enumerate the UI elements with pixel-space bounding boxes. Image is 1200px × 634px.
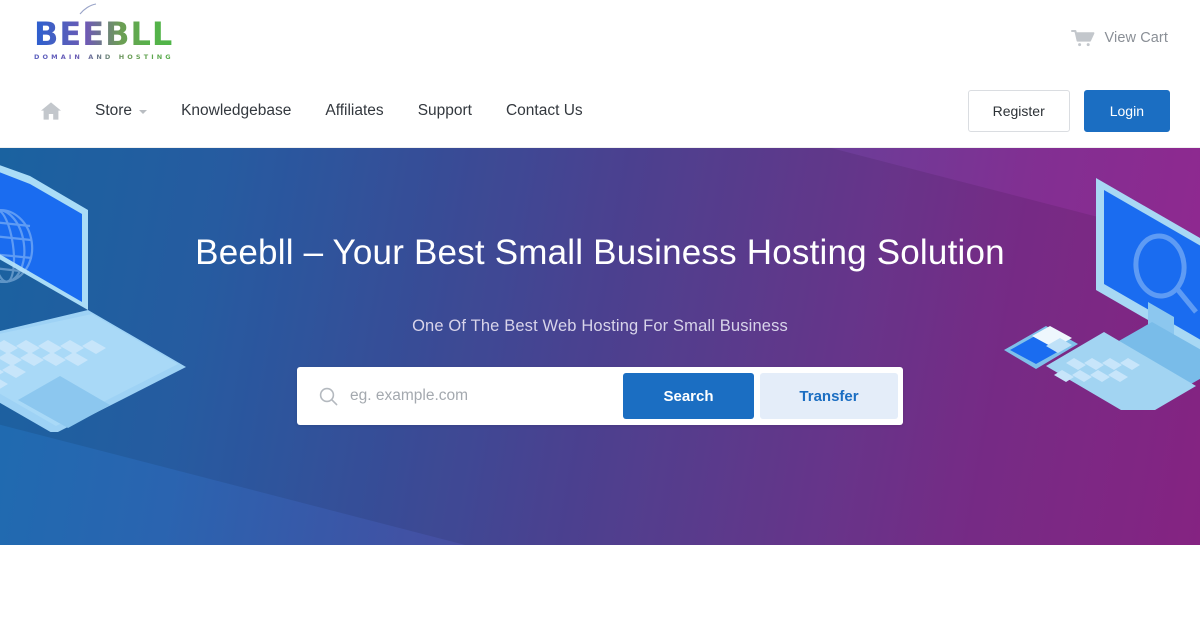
transfer-button[interactable]: Transfer: [760, 373, 898, 419]
domain-search-widget: Search Transfer: [297, 367, 903, 425]
hero-title: Beebll – Your Best Small Business Hostin…: [195, 233, 1005, 272]
nav-item-affiliates-label: Affiliates: [325, 102, 384, 119]
hero-subtitle: One Of The Best Web Hosting For Small Bu…: [412, 317, 788, 335]
domain-search-input[interactable]: [350, 387, 623, 405]
logo-leaf-icon: [79, 2, 97, 15]
search-icon: [319, 387, 338, 405]
nav-item-home[interactable]: [30, 101, 78, 121]
nav-auth-buttons: Register Login: [967, 90, 1170, 132]
nav-item-contact-us-label: Contact Us: [505, 102, 583, 119]
nav-item-support-label: Support: [417, 102, 472, 119]
nav-item-knowledgebase[interactable]: Knowledgebase: [164, 94, 308, 128]
shopping-cart-icon: [1070, 29, 1094, 46]
nav-item-store[interactable]: Store: [78, 94, 164, 128]
search-button[interactable]: Search: [623, 373, 754, 419]
home-icon: [41, 102, 61, 120]
login-button[interactable]: Login: [1083, 90, 1170, 132]
nav-item-contact-us[interactable]: Contact Us: [489, 94, 600, 128]
main-navigation: Store Knowledgebase Affiliates Support C…: [0, 75, 1200, 148]
chevron-down-icon: [139, 110, 148, 114]
hero-content: Beebll – Your Best Small Business Hostin…: [0, 148, 1200, 545]
nav-links: Store Knowledgebase Affiliates Support C…: [30, 94, 600, 128]
logo-tagline: DOMAIN AND HOSTING: [34, 53, 174, 61]
page-body-blank: [0, 545, 1200, 633]
nav-item-knowledgebase-label: Knowledgebase: [181, 102, 292, 119]
register-button[interactable]: Register: [967, 90, 1070, 132]
nav-item-affiliates[interactable]: Affiliates: [308, 94, 400, 128]
nav-item-support[interactable]: Support: [401, 94, 489, 128]
logo-wordmark: BEEBLL: [34, 15, 174, 53]
domain-search-field[interactable]: [303, 373, 623, 419]
view-cart-button[interactable]: View Cart: [1070, 28, 1169, 48]
hero-banner: Beebll – Your Best Small Business Hostin…: [0, 148, 1200, 545]
view-cart-label: View Cart: [1104, 29, 1168, 46]
top-bar: BEEBLL DOMAIN AND HOSTING View Cart: [0, 0, 1200, 75]
nav-item-store-label: Store: [95, 102, 133, 119]
site-logo[interactable]: BEEBLL DOMAIN AND HOSTING: [34, 2, 174, 61]
